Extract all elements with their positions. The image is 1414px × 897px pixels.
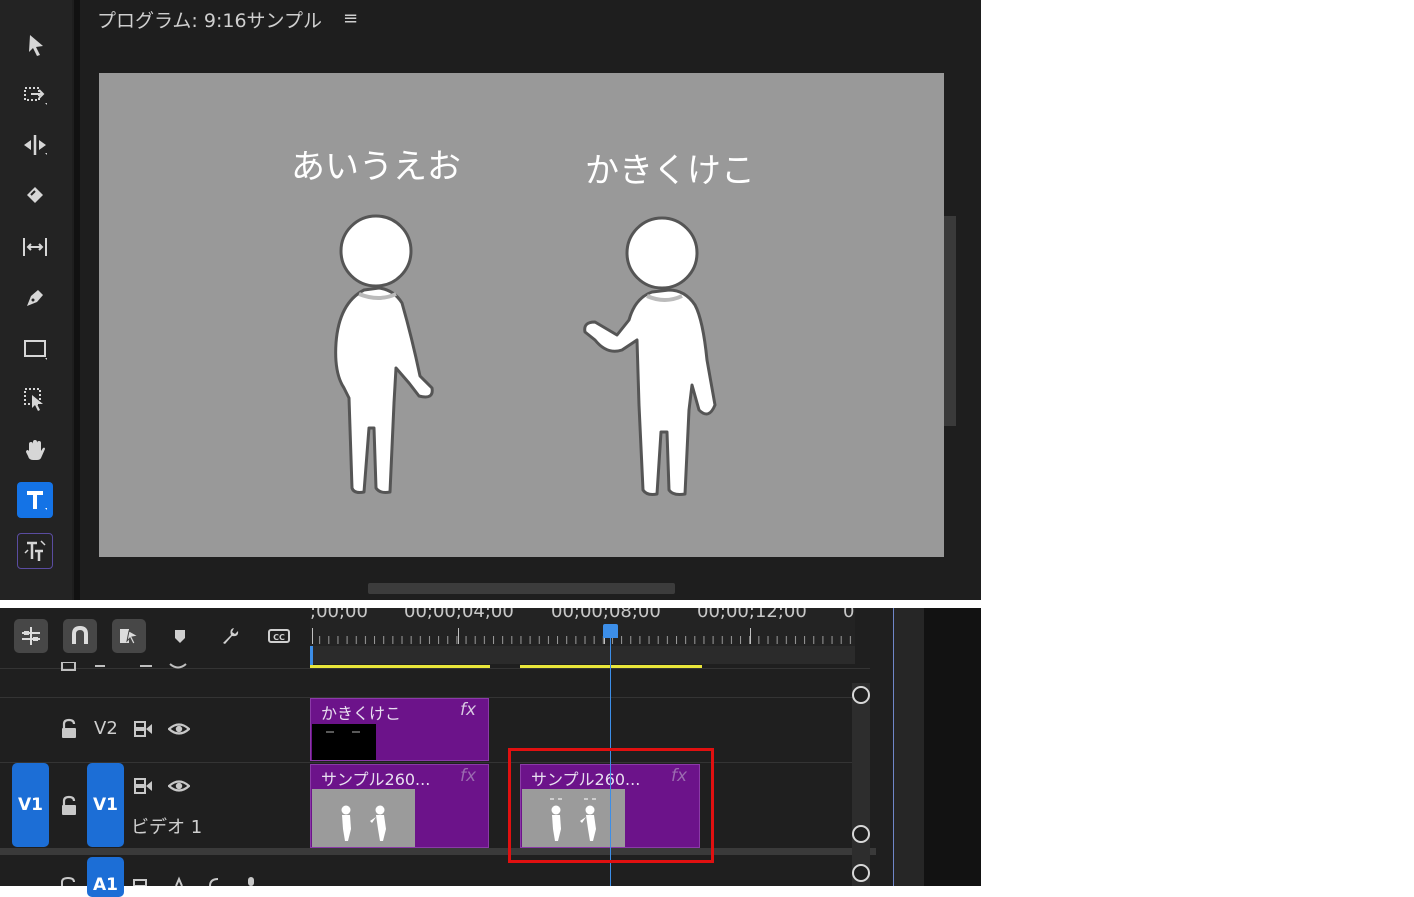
v3-track-header-partial [61,662,187,671]
lock-icon[interactable] [60,795,78,817]
ripple-edit-tool[interactable] [17,127,53,163]
selection-icon [29,35,43,56]
linked-selection-icon [120,629,140,645]
linked-selection-button[interactable] [112,619,146,653]
track-height-scrollbar[interactable] [852,683,870,886]
work-area-bar[interactable] [310,646,855,664]
nest-sequence-icon [22,627,40,645]
audio-scrollbar-handle[interactable] [852,864,870,882]
type-tool[interactable] [17,482,53,518]
timeline-side-strip [894,608,924,886]
ruler-label-16s: 00 [843,608,855,622]
tools-panel [0,0,72,600]
slip-icon [23,238,47,256]
panel-menu-icon[interactable]: ≡ [343,8,358,29]
time-ruler[interactable]: ;00;00 00;00;04;00 00;00;08;00 00;00;12;… [310,608,855,648]
timeline-dark-strip [924,608,981,886]
rectangle-icon [24,340,47,360]
track-target-v1[interactable]: V1 [87,763,124,847]
pen-icon [27,290,43,306]
thumbnail-figures [341,805,386,841]
vertical-type-icon [24,540,46,561]
lock-icon[interactable] [60,718,78,740]
track-name-v1[interactable]: ビデオ 1 [131,813,202,839]
pen-tool[interactable] [17,280,53,316]
eye-icon[interactable] [168,777,190,795]
svg-text:CC: CC [273,633,285,642]
program-monitor-video-frame[interactable]: あいうえお かきくけこ [99,73,944,557]
clip-thumbnail [312,724,376,760]
ripple-edit-icon [24,135,47,155]
razor-icon [27,187,43,203]
magnet-icon [72,625,88,644]
thumbnail-text [326,731,360,733]
shape-select-tool[interactable] [17,381,53,417]
type-icon [27,491,47,510]
slip-tool[interactable] [17,229,53,265]
playhead-handle[interactable] [603,624,618,638]
ruler-label-4s: 00;00;04;00 [404,608,514,622]
sync-lock-icon[interactable] [133,777,153,795]
fx-badge[interactable]: fx [460,700,476,720]
work-area-start[interactable] [310,646,313,666]
track-select-tool[interactable] [17,77,53,113]
shape-select-icon [24,388,43,411]
clip-name: サンプル260... [321,770,431,789]
panel-gap [0,600,981,608]
track-select-icon [24,87,47,105]
panel-edge-line [893,608,894,886]
ruler-ticks [312,622,855,648]
clip-v2-caption[interactable]: かきくけこ fx [310,698,489,761]
track-label-v2: V2 [94,718,118,739]
clip-v1-video-a[interactable]: サンプル260... fx [310,764,489,848]
scrollbar-handle-top[interactable] [852,686,870,704]
panel-title: プログラム: 9:16サンプル [97,10,322,32]
timeline-settings-button[interactable] [213,619,247,653]
hand-icon [26,440,45,460]
insert-sequence-nest-button[interactable] [14,619,48,653]
video-audio-divider[interactable] [0,848,876,855]
closed-captions-icon: CC [268,629,290,643]
vertical-type-tool[interactable] [17,533,53,569]
character-figure-left [334,214,434,494]
ruler-label-0: ;00;00 [310,608,368,622]
panel-divider [74,0,80,600]
eye-icon[interactable] [168,720,190,738]
ruler-label-12s: 00;00;12;00 [697,608,807,622]
snap-button[interactable] [63,619,97,653]
track-divider [0,762,870,763]
highlight-box [508,748,714,863]
wrench-icon [223,628,239,644]
hand-tool[interactable] [17,432,53,468]
sync-lock-icon[interactable] [133,720,153,738]
marker-icon [175,630,185,643]
rectangle-tool[interactable] [17,331,53,367]
caption-text-left: あいうえお [291,147,461,187]
source-patch-v1[interactable]: V1 [12,763,49,847]
fx-badge[interactable]: fx [460,766,476,786]
scrollbar-handle-bottom[interactable] [852,825,870,843]
captions-button[interactable]: CC [262,619,296,653]
character-figure-right [583,216,717,496]
ruler-label-8s: 00;00;08;00 [551,608,661,622]
monitor-horizontal-scrollbar[interactable] [368,583,675,594]
add-marker-button[interactable] [163,619,197,653]
a1-track-header-partial [61,876,254,886]
clip-name: かきくけこ [321,704,402,723]
clip-thumbnail [312,789,415,847]
caption-text-right: かきくけこ [585,151,755,191]
selection-tool[interactable] [17,27,53,63]
razor-tool[interactable] [17,177,53,213]
monitor-vertical-scrollbar[interactable] [944,216,956,426]
